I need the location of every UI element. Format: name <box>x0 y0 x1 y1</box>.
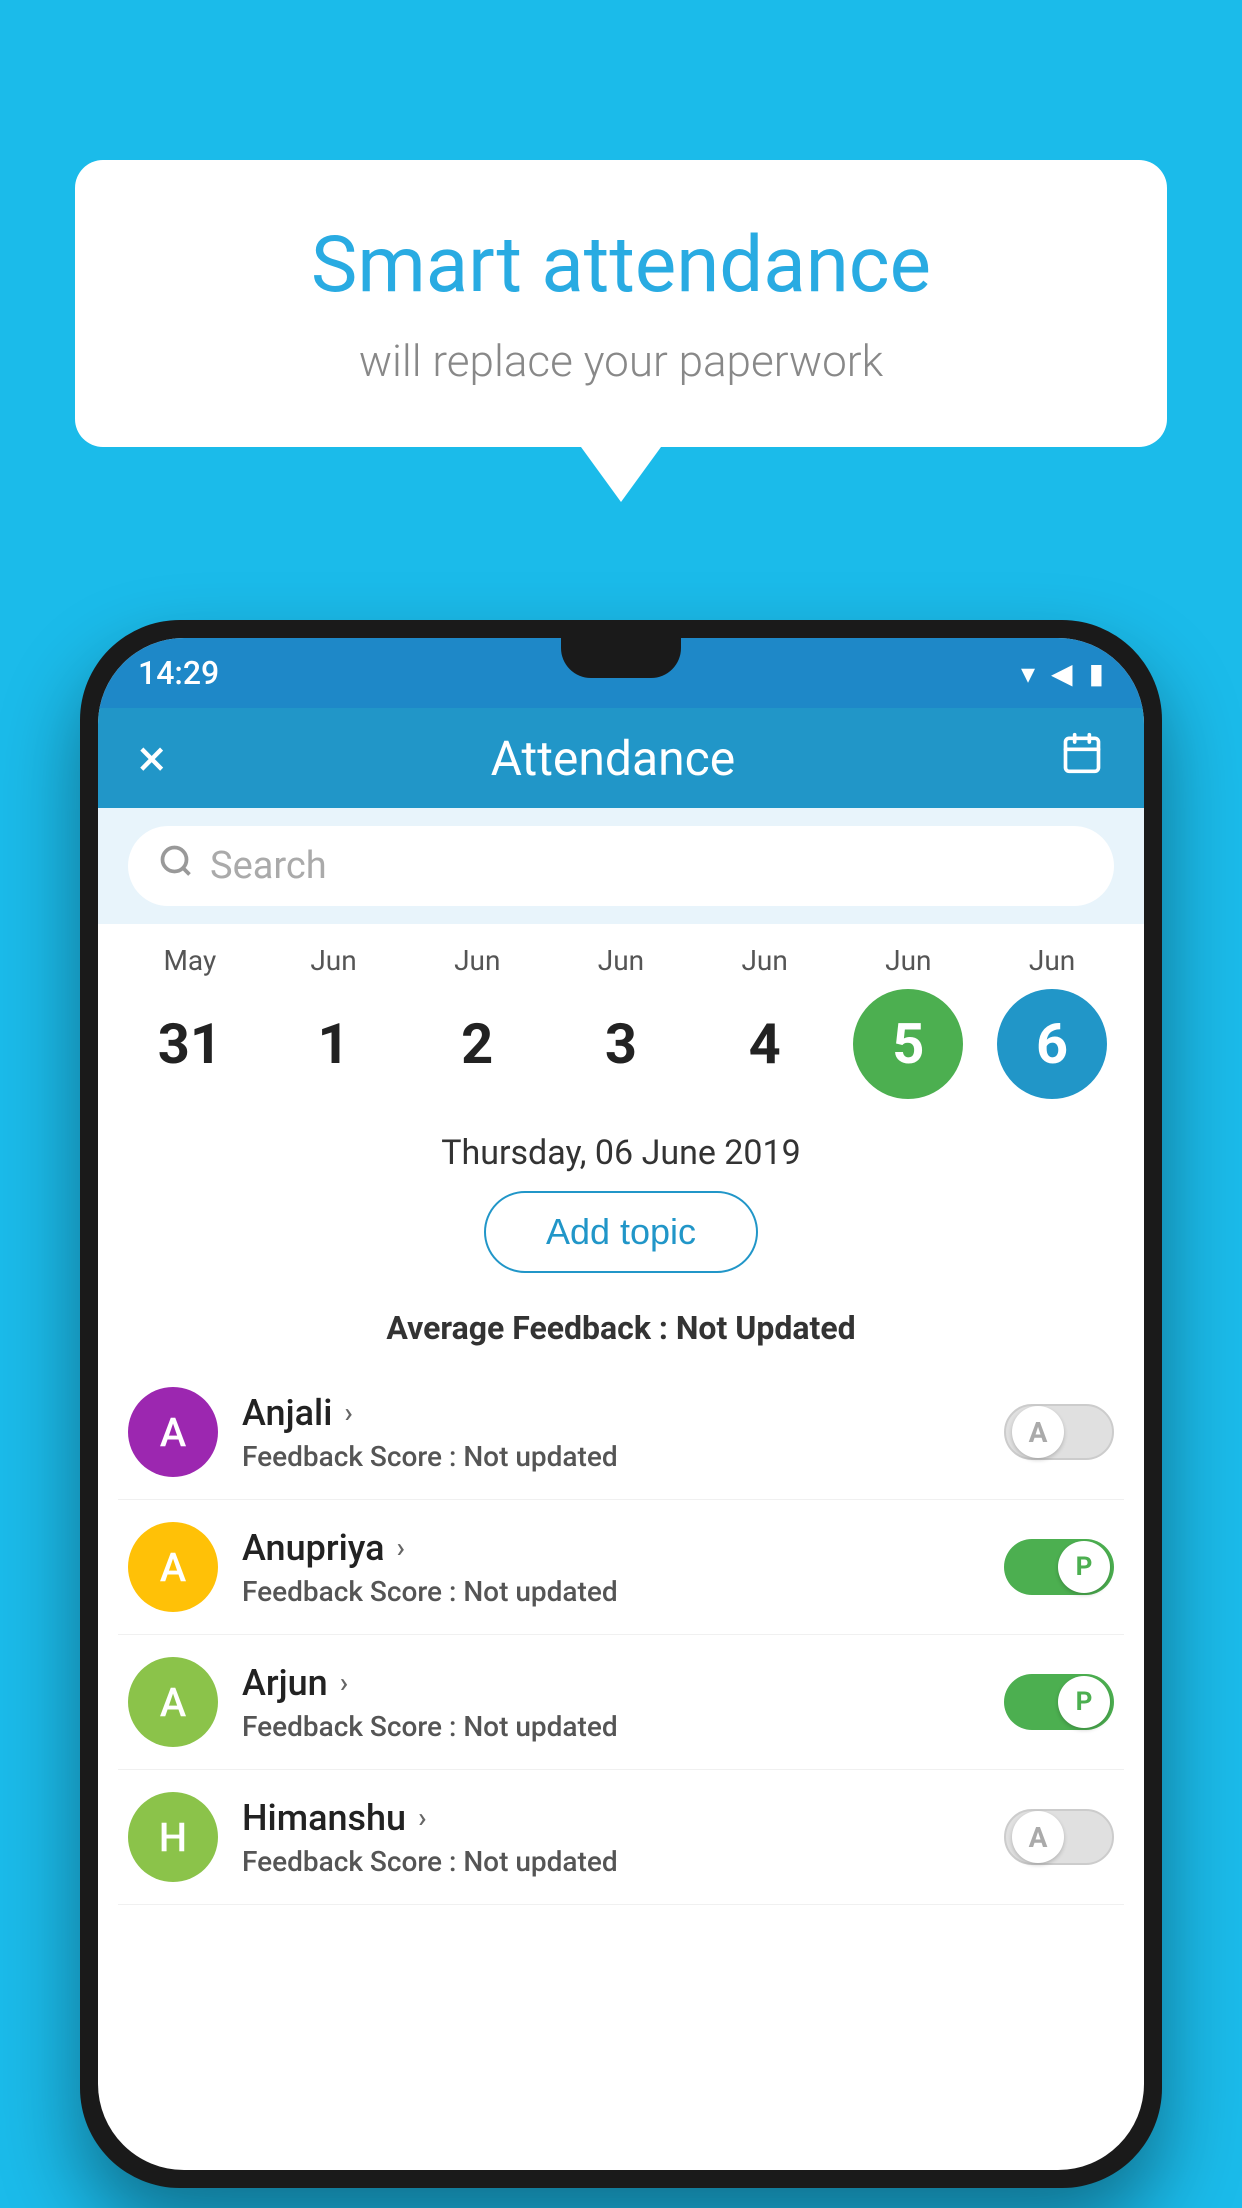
student-feedback: Feedback Score : Not updated <box>242 1710 980 1743</box>
cal-date-number[interactable]: 6 <box>997 989 1107 1099</box>
cal-day[interactable]: Jun 1 <box>269 944 399 1099</box>
student-info: Arjun › Feedback Score : Not updated <box>242 1662 980 1743</box>
wifi-icon: ▾ <box>1021 657 1035 690</box>
notch <box>561 638 681 678</box>
cal-day[interactable]: Jun 5 <box>843 944 973 1099</box>
student-name: Anjali › <box>242 1392 980 1434</box>
student-name-text: Arjun <box>242 1662 328 1704</box>
student-info: Anupriya › Feedback Score : Not updated <box>242 1527 980 1608</box>
cal-month-label: May <box>163 944 216 977</box>
avg-feedback-label: Average Feedback : <box>386 1309 675 1347</box>
toggle-container[interactable]: P <box>1004 1674 1114 1730</box>
avatar: A <box>128 1522 218 1612</box>
speech-bubble-subtitle: will replace your paperwork <box>155 335 1087 387</box>
cal-date-number[interactable]: 31 <box>135 989 245 1099</box>
student-name-text: Anjali <box>242 1392 332 1434</box>
content-area: Thursday, 06 June 2019 Add topic Average… <box>98 1109 1144 1905</box>
student-info: Anjali › Feedback Score : Not updated <box>242 1392 980 1473</box>
toggle-thumb: P <box>1058 1541 1110 1593</box>
student-feedback: Feedback Score : Not updated <box>242 1440 980 1473</box>
search-bar[interactable]: Search <box>128 826 1114 906</box>
app-bar-title: Attendance <box>491 730 736 787</box>
student-item[interactable]: H Himanshu › Feedback Score : Not updated A <box>118 1770 1124 1905</box>
feedback-label: Feedback Score : <box>242 1575 463 1608</box>
student-feedback: Feedback Score : Not updated <box>242 1845 980 1878</box>
feedback-value: Not updated <box>463 1710 617 1743</box>
cal-month-label: Jun <box>1029 944 1075 977</box>
add-topic-button[interactable]: Add topic <box>484 1191 758 1273</box>
toggle-thumb: A <box>1012 1811 1064 1863</box>
cal-date-number[interactable]: 4 <box>710 989 820 1099</box>
search-icon <box>158 843 194 889</box>
search-placeholder: Search <box>210 844 327 888</box>
cal-date-number[interactable]: 1 <box>279 989 389 1099</box>
student-list: AAnjali ›Feedback Score : Not updatedAAA… <box>98 1365 1144 1905</box>
calendar-strip: May 31 Jun 1 Jun 2 Jun 3 Jun 4 Jun 5 Jun 6 <box>98 924 1144 1109</box>
attendance-toggle[interactable]: P <box>1004 1674 1114 1730</box>
chevron-right-icon: › <box>344 1396 352 1429</box>
cal-date-number[interactable]: 5 <box>853 989 963 1099</box>
student-item[interactable]: A Anupriya › Feedback Score : Not updated P <box>118 1500 1124 1635</box>
speech-bubble-title: Smart attendance <box>155 220 1087 311</box>
attendance-toggle[interactable]: P <box>1004 1539 1114 1595</box>
cal-date-number[interactable]: 2 <box>422 989 532 1099</box>
feedback-value: Not updated <box>463 1575 617 1608</box>
student-name: Arjun › <box>242 1662 980 1704</box>
student-item[interactable]: A Anjali › Feedback Score : Not updated A <box>118 1365 1124 1500</box>
feedback-label: Feedback Score : <box>242 1440 463 1473</box>
feedback-label: Feedback Score : <box>242 1845 463 1878</box>
student-name-text: Himanshu <box>242 1797 406 1839</box>
battery-icon: ▮ <box>1089 657 1104 690</box>
chevron-right-icon: › <box>340 1666 348 1699</box>
search-bar-wrapper: Search <box>98 808 1144 924</box>
feedback-value: Not updated <box>463 1845 617 1878</box>
cal-day[interactable]: Jun 3 <box>556 944 686 1099</box>
avatar: A <box>128 1387 218 1477</box>
toggle-container[interactable]: A <box>1004 1809 1114 1865</box>
close-button[interactable]: × <box>138 728 166 789</box>
status-bar: 14:29 ▾ ◀ ▮ <box>98 638 1144 708</box>
avg-feedback: Average Feedback : Not Updated <box>98 1309 1144 1365</box>
student-info: Himanshu › Feedback Score : Not updated <box>242 1797 980 1878</box>
toggle-thumb: A <box>1012 1406 1064 1458</box>
app-bar: × Attendance <box>98 708 1144 808</box>
calendar-icon-button[interactable] <box>1060 731 1104 786</box>
speech-bubble-tail <box>581 447 661 502</box>
toggle-container[interactable]: P <box>1004 1539 1114 1595</box>
phone-frame: 14:29 ▾ ◀ ▮ × Attendance <box>80 620 1162 2188</box>
cal-month-label: Jun <box>454 944 500 977</box>
chevron-right-icon: › <box>397 1531 405 1564</box>
student-name: Himanshu › <box>242 1797 980 1839</box>
feedback-value: Not updated <box>463 1440 617 1473</box>
attendance-toggle[interactable]: A <box>1004 1809 1114 1865</box>
avatar: H <box>128 1792 218 1882</box>
status-icons: ▾ ◀ ▮ <box>1021 657 1104 690</box>
student-name-text: Anupriya <box>242 1527 385 1569</box>
speech-bubble: Smart attendance will replace your paper… <box>75 160 1167 447</box>
cal-day[interactable]: Jun 6 <box>987 944 1117 1099</box>
cal-month-label: Jun <box>741 944 787 977</box>
avg-feedback-value: Not Updated <box>676 1309 856 1347</box>
cal-day[interactable]: May 31 <box>125 944 255 1099</box>
student-name: Anupriya › <box>242 1527 980 1569</box>
cal-month-label: Jun <box>885 944 931 977</box>
selected-date-label: Thursday, 06 June 2019 <box>98 1109 1144 1191</box>
signal-icon: ◀ <box>1051 657 1073 690</box>
cal-day[interactable]: Jun 2 <box>412 944 542 1099</box>
chevron-right-icon: › <box>418 1801 426 1834</box>
cal-month-label: Jun <box>598 944 644 977</box>
feedback-label: Feedback Score : <box>242 1710 463 1743</box>
student-item[interactable]: A Arjun › Feedback Score : Not updated P <box>118 1635 1124 1770</box>
toggle-thumb: P <box>1058 1676 1110 1728</box>
status-time: 14:29 <box>138 654 219 692</box>
attendance-toggle[interactable]: A <box>1004 1404 1114 1460</box>
student-feedback: Feedback Score : Not updated <box>242 1575 980 1608</box>
cal-month-label: Jun <box>310 944 356 977</box>
cal-date-number[interactable]: 3 <box>566 989 676 1099</box>
speech-bubble-section: Smart attendance will replace your paper… <box>75 160 1167 502</box>
avatar: A <box>128 1657 218 1747</box>
toggle-container[interactable]: A <box>1004 1404 1114 1460</box>
phone-screen: 14:29 ▾ ◀ ▮ × Attendance <box>98 638 1144 2170</box>
cal-day[interactable]: Jun 4 <box>700 944 830 1099</box>
